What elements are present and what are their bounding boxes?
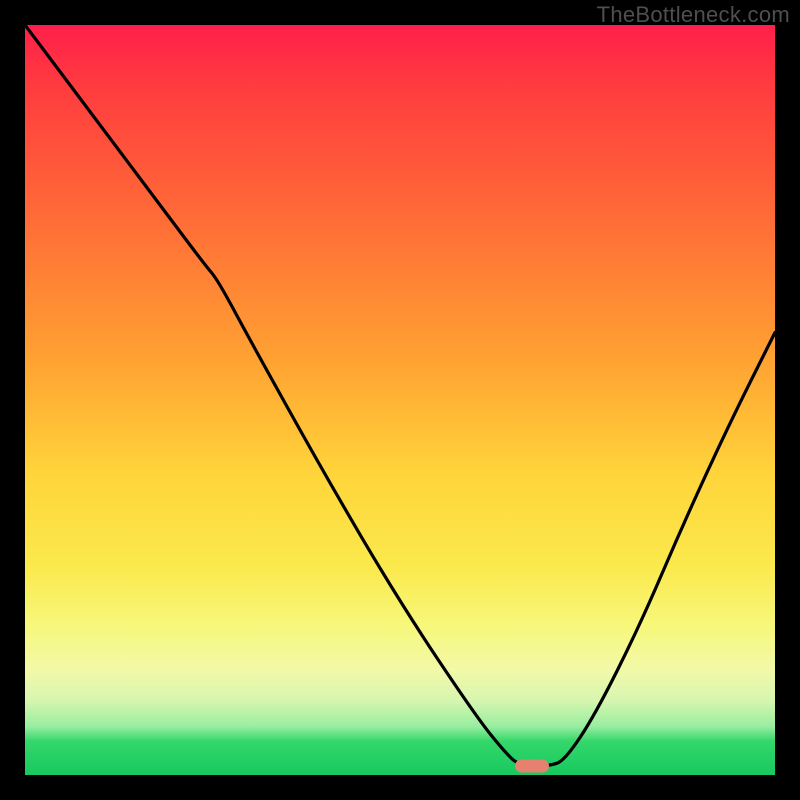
curve-svg [25, 25, 775, 775]
chart-stage: TheBottleneck.com [0, 0, 800, 800]
optimal-point-marker [515, 760, 549, 773]
bottleneck-curve [25, 25, 775, 766]
watermark-text: TheBottleneck.com [597, 2, 790, 28]
plot-area [25, 25, 775, 775]
